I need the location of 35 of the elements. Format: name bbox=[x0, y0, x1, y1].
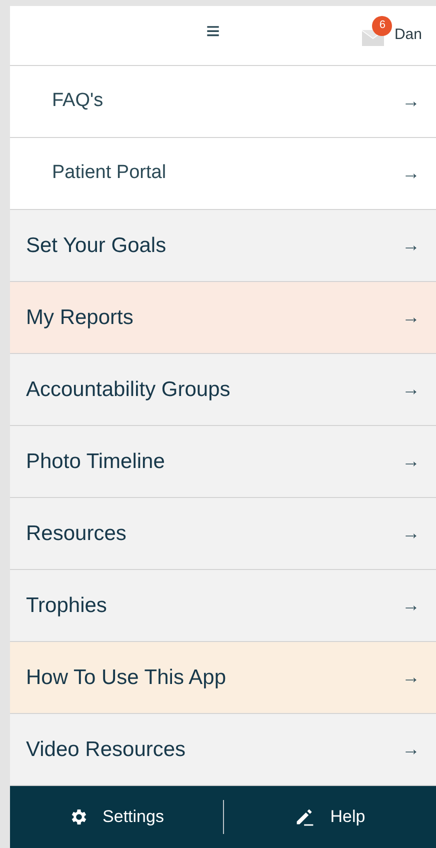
arrow-icon: → bbox=[402, 88, 420, 115]
menu-item[interactable]: Accountability Groups → bbox=[10, 354, 436, 426]
arrow-icon: → bbox=[402, 160, 420, 187]
menu-item[interactable]: My Reports → bbox=[10, 282, 436, 354]
menu-item-label: Trophies bbox=[26, 592, 107, 619]
menu-item-label: Accountability Groups bbox=[26, 376, 230, 403]
menu-item-label: Set Your Goals bbox=[26, 232, 166, 259]
menu-item-label: Patient Portal bbox=[52, 161, 166, 186]
unread-badge: 6 bbox=[372, 16, 392, 36]
menu-item[interactable]: How To Use This App → bbox=[10, 642, 436, 714]
menu-item-label: Video Resources bbox=[26, 736, 186, 763]
menu-item[interactable]: Video Resources → bbox=[10, 714, 436, 786]
arrow-icon: → bbox=[402, 736, 420, 763]
menu-item-label: My Reports bbox=[26, 304, 134, 331]
menu-item[interactable]: Trophies → bbox=[10, 570, 436, 642]
menu-item-label: Resources bbox=[26, 520, 126, 547]
menu-item-label: FAQ's bbox=[52, 89, 104, 114]
footer-label: Help bbox=[330, 806, 366, 828]
menu-item[interactable]: Set Your Goals → bbox=[10, 210, 436, 282]
arrow-icon: → bbox=[402, 232, 420, 259]
menu-item[interactable]: Photo Timeline → bbox=[10, 426, 436, 498]
menu-item-label: How To Use This App bbox=[26, 664, 226, 691]
menu-item-label: Photo Timeline bbox=[26, 448, 165, 475]
arrow-icon: → bbox=[402, 448, 420, 475]
help-button[interactable]: Help bbox=[294, 800, 366, 834]
arrow-icon: → bbox=[402, 376, 420, 403]
arrow-icon: → bbox=[402, 304, 420, 331]
arrow-icon: → bbox=[402, 520, 420, 547]
arrow-icon: → bbox=[402, 664, 420, 691]
settings-button[interactable]: Settings bbox=[68, 800, 164, 834]
menu-button[interactable]: ≡ bbox=[206, 20, 220, 44]
arrow-icon: → bbox=[402, 592, 420, 619]
menu-item[interactable]: Resources → bbox=[10, 498, 436, 570]
footer-label: Settings bbox=[102, 806, 164, 828]
user-name: Dan bbox=[394, 25, 422, 46]
